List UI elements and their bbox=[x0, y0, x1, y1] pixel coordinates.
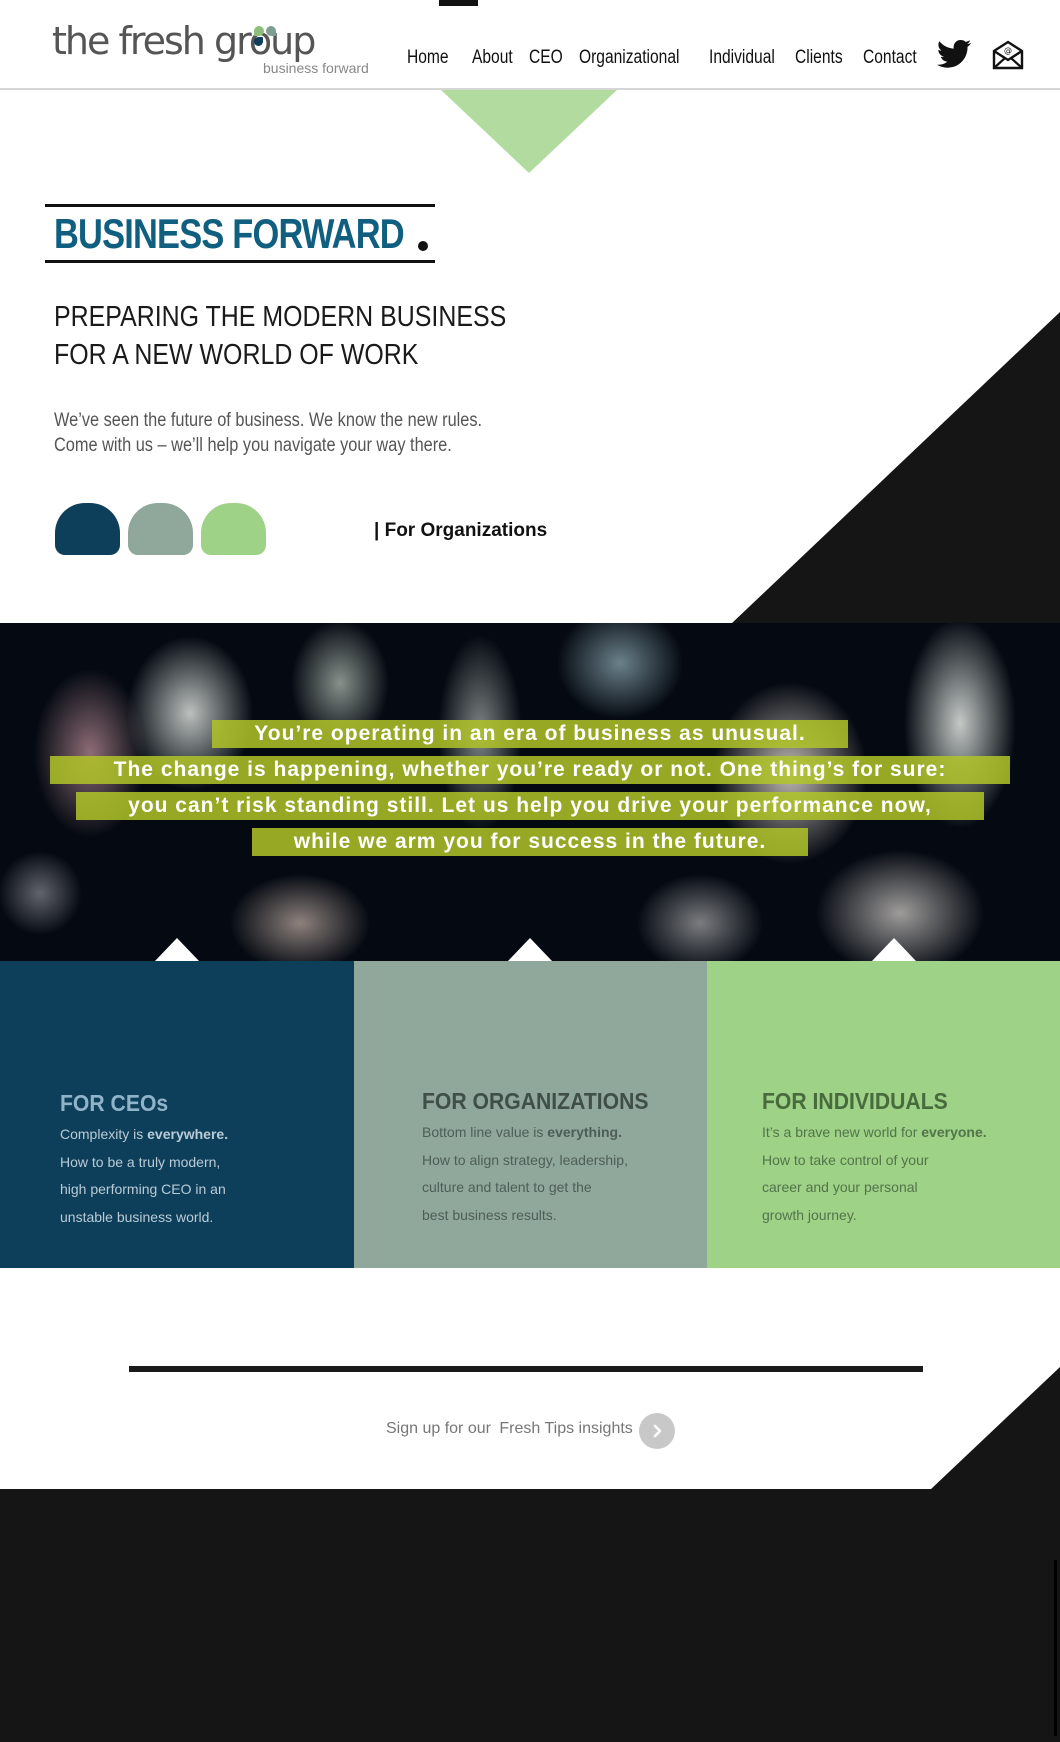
individuals-column-text: It’s a brave new world for everyone. How… bbox=[762, 1119, 987, 1229]
chevron-right-icon bbox=[653, 1424, 662, 1438]
twitter-bird-icon[interactable] bbox=[936, 40, 972, 73]
nav-home[interactable]: Home bbox=[407, 47, 449, 69]
nav-organizational[interactable]: Organizational bbox=[579, 47, 679, 69]
ceo-selector-blob[interactable] bbox=[55, 503, 120, 555]
newsletter-signup: Sign up for our Fresh Tips insights bbox=[386, 1420, 633, 1438]
banner-quote-line: The change is happening, whether you’re … bbox=[49, 756, 1011, 784]
ceo-column-text: Complexity is everywhere. How to be a tr… bbox=[60, 1121, 228, 1231]
nav-individual[interactable]: Individual bbox=[709, 47, 775, 69]
ceo-column[interactable]: FOR CEOs Complexity is everywhere. How t… bbox=[0, 961, 354, 1268]
organizations-column-line: culture and talent to get the bbox=[422, 1179, 592, 1195]
individuals-column-title: FOR INDIVIDUALS bbox=[762, 1088, 948, 1114]
section-divider bbox=[129, 1366, 923, 1372]
organizations-column-line: How to align strategy, leadership, bbox=[422, 1151, 628, 1168]
footer-edge-bar bbox=[1054, 1560, 1057, 1736]
nav-about[interactable]: About bbox=[472, 47, 513, 69]
logo-dots-icon bbox=[254, 26, 284, 48]
site-footer bbox=[0, 1489, 1060, 1742]
individuals-column-line: growth journey. bbox=[762, 1206, 857, 1223]
heading-period-dot bbox=[418, 241, 428, 251]
ceo-column-line: unstable business world. bbox=[60, 1208, 214, 1225]
footer-dark-wedge bbox=[930, 1367, 1060, 1490]
column-pointer-organizations bbox=[508, 938, 552, 961]
individuals-column-lead: It’s a brave new world for bbox=[762, 1124, 922, 1140]
individuals-column-line: How to take control of your bbox=[762, 1151, 929, 1168]
individuals-column[interactable]: FOR INDIVIDUALS It’s a brave new world f… bbox=[707, 961, 1060, 1268]
signup-go-button[interactable] bbox=[639, 1413, 675, 1449]
column-pointer-individuals bbox=[872, 938, 916, 961]
nav-contact[interactable]: Contact bbox=[863, 47, 917, 69]
hero-pointer-triangle bbox=[441, 90, 617, 173]
banner-quote: You’re operating in an era of business a… bbox=[0, 720, 1060, 864]
organizations-selector-blob[interactable] bbox=[128, 503, 193, 555]
organizations-column-title: FOR ORGANIZATIONS bbox=[422, 1088, 649, 1114]
signup-prefix: Sign up for our bbox=[386, 1420, 491, 1437]
banner-quote-line: You’re operating in an era of business a… bbox=[212, 720, 848, 748]
hero-headline: PREPARING THE MODERN BUSINESS FOR A NEW … bbox=[54, 298, 506, 374]
main-nav: Home About CEO Organizational Individual… bbox=[407, 47, 929, 69]
nav-clients[interactable]: Clients bbox=[795, 47, 843, 69]
ceo-column-lead: Complexity is bbox=[60, 1126, 148, 1142]
nav-ceo[interactable]: CEO bbox=[529, 47, 563, 69]
individuals-column-line: career and your personal bbox=[762, 1179, 918, 1195]
organizations-column-lead: Bottom line value is bbox=[422, 1124, 548, 1140]
signup-link[interactable]: Fresh Tips insights bbox=[499, 1420, 632, 1437]
column-pointer-ceo bbox=[155, 938, 199, 961]
hero-intro-line-2: Come with us – we’ll help you navigate y… bbox=[54, 435, 452, 456]
ceo-column-line: high performing CEO in an bbox=[60, 1181, 226, 1197]
organizations-column-lead-bold: everything. bbox=[547, 1124, 622, 1140]
site-logo[interactable]: the fresh group business forward bbox=[52, 22, 369, 76]
hero-intro-line-1: We’ve seen the future of business. We kn… bbox=[54, 410, 483, 431]
hero-dark-wedge bbox=[731, 312, 1060, 624]
quote-banner: You’re operating in an era of business a… bbox=[0, 623, 1060, 961]
ceo-column-title: FOR CEOs bbox=[60, 1090, 169, 1116]
svg-text:@: @ bbox=[1004, 46, 1012, 55]
ceo-column-lead-bold: everywhere. bbox=[147, 1126, 229, 1142]
hero-intro: We’ve seen the future of business. We kn… bbox=[54, 408, 482, 458]
active-page-indicator bbox=[439, 0, 478, 6]
hero-headline-line-2: FOR A NEW WORLD OF WORK bbox=[54, 339, 419, 371]
organizations-column-line: best business results. bbox=[422, 1206, 557, 1223]
individuals-selector-blob[interactable] bbox=[201, 503, 266, 555]
ceo-column-line: How to be a truly modern, bbox=[60, 1153, 221, 1170]
organizations-column-text: Bottom line value is everything. How to … bbox=[422, 1119, 628, 1229]
hero-headline-line-1: PREPARING THE MODERN BUSINESS bbox=[54, 301, 507, 333]
banner-quote-line: while we arm you for success in the futu… bbox=[251, 828, 809, 856]
page-heading: BUSINESS FORWARD bbox=[54, 210, 405, 257]
selector-label: | For Organizations bbox=[374, 520, 548, 541]
email-envelope-icon[interactable]: @ bbox=[992, 40, 1024, 75]
organizations-column[interactable]: FOR ORGANIZATIONS Bottom line value is e… bbox=[354, 961, 707, 1268]
banner-quote-line: you can’t risk standing still. Let us he… bbox=[76, 792, 984, 820]
logo-tagline: business forward bbox=[263, 60, 369, 76]
site-header: the fresh group business forward Home Ab… bbox=[0, 0, 1060, 90]
individuals-column-lead-bold: everyone. bbox=[921, 1124, 987, 1140]
